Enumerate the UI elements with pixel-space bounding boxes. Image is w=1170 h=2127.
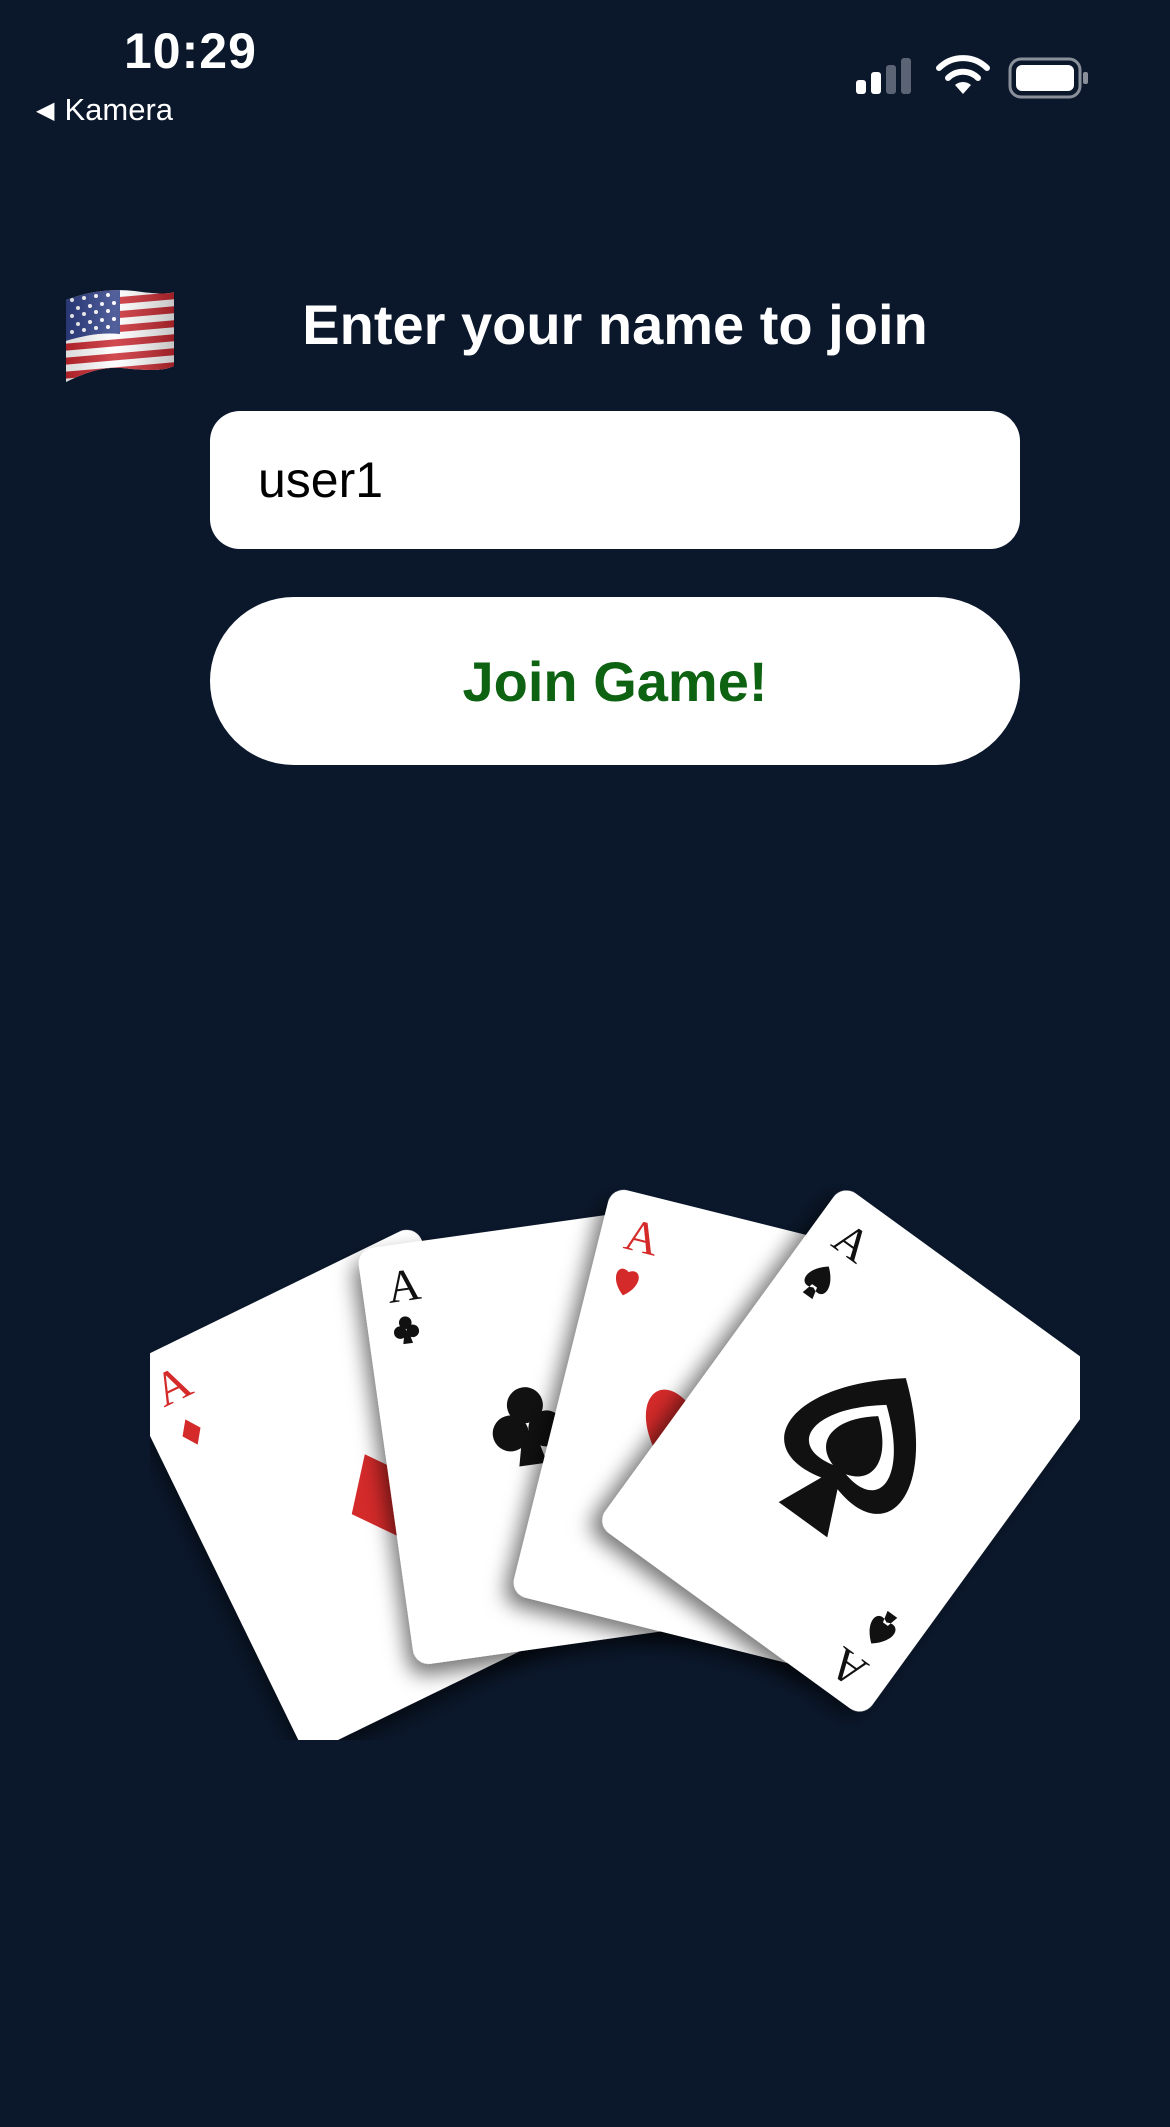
join-game-button[interactable]: Join Game! [210,597,1020,765]
back-to-camera-link[interactable]: ◀ Kamera [36,92,173,128]
wifi-icon [936,55,990,94]
status-time: 10:29 [124,23,257,79]
status-bar: 10:29 ◀ Kamera [0,0,1170,140]
aces-illustration: A A A A A [150,1189,1080,1740]
battery-icon [1008,57,1088,99]
join-title: Enter your name to join [302,293,928,356]
us-flag-icon[interactable] [62,282,178,386]
signal-icon [856,58,911,94]
name-input[interactable] [210,411,1020,549]
back-arrow-icon: ◀ [36,96,55,124]
back-link-label: Kamera [64,92,174,127]
card-rank: A [384,1258,424,1313]
